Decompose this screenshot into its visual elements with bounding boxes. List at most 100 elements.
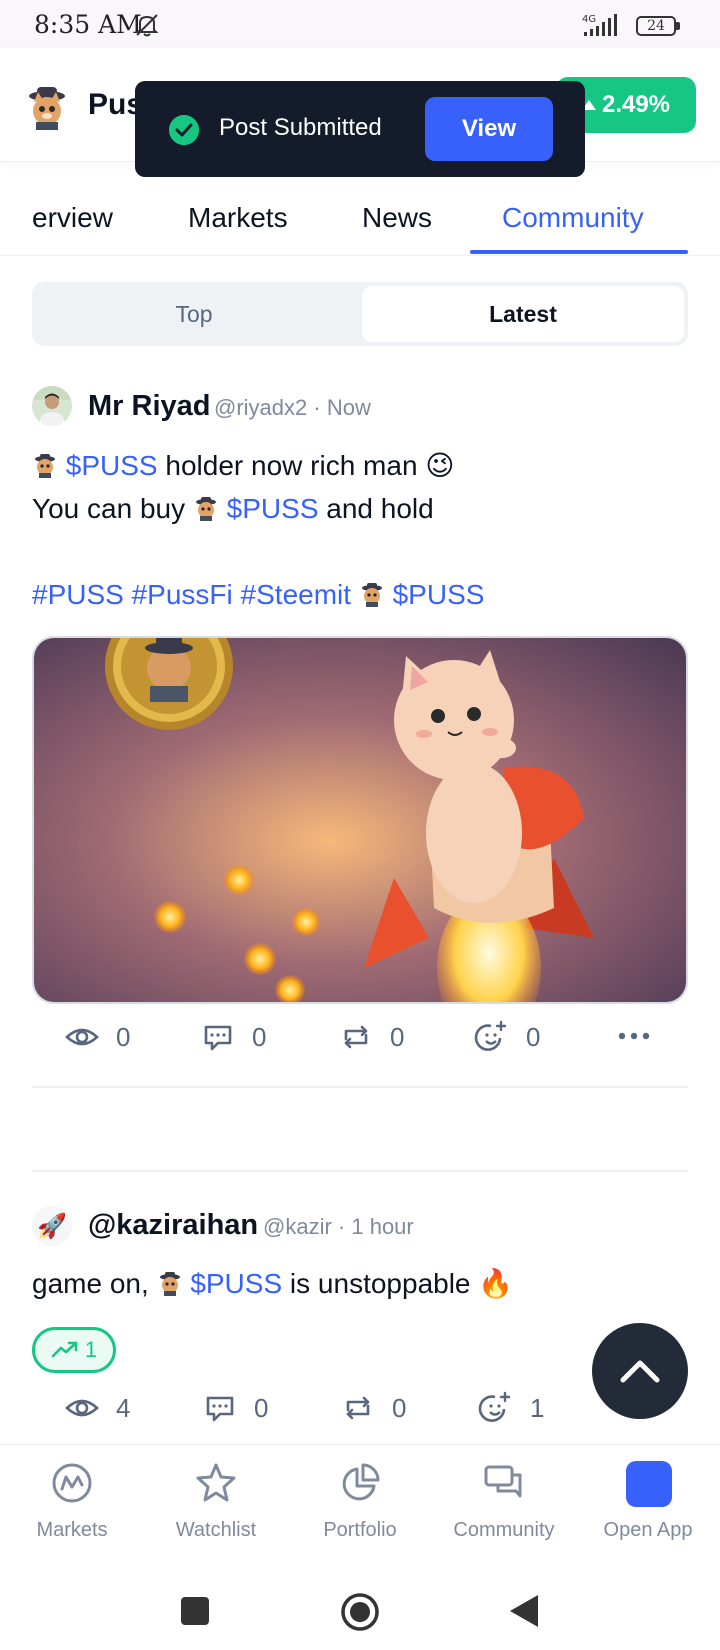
battery-icon: 24 (636, 16, 680, 36)
sort-top-button[interactable]: Top (36, 286, 352, 342)
post-image[interactable] (32, 636, 688, 1004)
active-tab-indicator (470, 250, 688, 254)
tab-community[interactable]: Community (502, 202, 644, 234)
hashtag-link[interactable]: #PussFi (132, 579, 233, 610)
post-line-1: $PUSS holder now rich man 😉 (32, 444, 484, 487)
views-count: 4 (116, 1392, 131, 1423)
ticker-link[interactable]: $PUSS (227, 493, 319, 524)
nav-open-app[interactable]: Open App (576, 1445, 720, 1571)
post-author[interactable]: @kaziraihan (88, 1209, 258, 1242)
rocket-cat-illustration (34, 638, 686, 1002)
home-icon[interactable] (340, 1592, 380, 1632)
post-line-2: You can buy $PUSS and hold (32, 487, 484, 530)
nav-label: Open App (603, 1519, 693, 1541)
sort-latest-button[interactable]: Latest (362, 286, 684, 342)
battery-level: 24 (636, 16, 676, 36)
post-stats: 4 0 0 1 (32, 1383, 688, 1433)
eye-icon (65, 1028, 99, 1046)
repost-icon (346, 1396, 370, 1420)
post-time: · Now (313, 395, 371, 420)
reposts-count: 0 (390, 1021, 405, 1052)
ticker-link[interactable]: $PUSS (393, 579, 485, 610)
reactions-stat[interactable]: 0 (474, 1012, 540, 1062)
bell-muted-icon (135, 14, 159, 37)
trending-badge[interactable]: 1 (32, 1327, 116, 1373)
nav-markets[interactable]: Markets (0, 1445, 144, 1571)
status-bar: 8:35 AM 4G 24 (0, 0, 720, 48)
post-meta: @kazir · 1 hour (263, 1214, 414, 1240)
repost-icon (344, 1025, 368, 1049)
ticker-link[interactable]: $PUSS (66, 450, 158, 481)
nav-label: Portfolio (323, 1519, 397, 1541)
toast-view-button[interactable]: View (425, 97, 553, 161)
recent-apps-icon[interactable] (180, 1596, 210, 1626)
pie-chart-icon (342, 1463, 380, 1501)
reposts-stat[interactable]: 0 (340, 1383, 406, 1433)
comment-icon (204, 1025, 232, 1051)
post-author[interactable]: Mr Riyad (88, 390, 210, 423)
reposts-stat[interactable]: 0 (338, 1012, 404, 1062)
nav-portfolio[interactable]: Portfolio (288, 1445, 432, 1571)
tab-overview[interactable]: erview (32, 202, 113, 234)
puss-coin-icon (35, 454, 55, 478)
post-hashtags: #PUSS #PussFi #Steemit $PUSS (32, 573, 484, 616)
post-body: $PUSS holder now rich man 😉 You can buy … (32, 444, 484, 616)
nav-label: Community (453, 1519, 555, 1541)
avatar[interactable] (32, 386, 72, 426)
bottom-nav: Markets Watchlist Portfolio Community Op… (0, 1444, 720, 1570)
toast-message: Post Submitted (219, 114, 382, 141)
sort-toggle: Top Latest (32, 282, 688, 346)
post-divider (32, 1086, 688, 1088)
markets-icon (52, 1463, 92, 1503)
coin-logo-icon (29, 87, 65, 130)
reactions-stat[interactable]: 1 (478, 1383, 544, 1433)
system-nav-bar (0, 1570, 720, 1650)
views-stat[interactable]: 4 (64, 1383, 130, 1433)
check-circle-icon (169, 115, 199, 145)
nav-watchlist[interactable]: Watchlist (144, 1445, 288, 1571)
eye-icon (65, 1399, 99, 1417)
scroll-to-top-button[interactable] (592, 1323, 688, 1419)
post-handle: @riyadx2 (214, 395, 308, 420)
post-divider (32, 1170, 688, 1172)
add-reaction-icon (474, 1020, 507, 1051)
views-stat[interactable]: 0 (64, 1012, 130, 1062)
post-text: You can buy (32, 493, 186, 524)
hashtag-link[interactable]: #PUSS (32, 579, 124, 610)
trending-up-icon (51, 1341, 78, 1358)
post-text: game on, (32, 1268, 149, 1299)
trending-count: 1 (84, 1337, 98, 1362)
nav-community[interactable]: Community (432, 1445, 576, 1571)
ticker-link[interactable]: $PUSS (190, 1268, 282, 1299)
comment-icon (206, 1396, 234, 1422)
post-handle: @kazir (263, 1214, 332, 1239)
nav-label: Watchlist (175, 1519, 257, 1541)
reactions-count: 0 (526, 1021, 541, 1052)
app-logo-icon (626, 1461, 712, 1513)
add-reaction-icon (478, 1391, 511, 1422)
more-options-icon[interactable] (614, 1024, 654, 1048)
comments-stat[interactable]: 0 (202, 1383, 268, 1433)
tab-markets[interactable]: Markets (188, 202, 288, 234)
fire-emoji: 🔥 (478, 1267, 514, 1300)
signal-icon: 4G (582, 14, 617, 36)
tab-bar: erview Markets News Community (0, 162, 720, 256)
avatar[interactable]: 🚀 (32, 1206, 72, 1246)
views-count: 0 (116, 1021, 131, 1052)
status-time: 8:35 AM (34, 10, 142, 39)
comments-count: 0 (252, 1021, 267, 1052)
reposts-count: 0 (392, 1392, 407, 1423)
back-icon[interactable] (508, 1594, 540, 1628)
tab-news[interactable]: News (362, 202, 432, 234)
comments-stat[interactable]: 0 (200, 1012, 266, 1062)
svg-text:4G: 4G (582, 14, 596, 25)
post-stats: 0 0 0 0 (32, 1012, 688, 1062)
price-change-value: 2.49% (601, 91, 671, 118)
post-time: · 1 hour (337, 1214, 414, 1239)
wink-emoji: 😉 (425, 449, 455, 482)
post-body: game on, $PUSS is unstoppable 🔥 (32, 1262, 513, 1305)
puss-coin-icon (159, 1272, 180, 1296)
post-meta: @riyadx2 · Now (214, 395, 371, 421)
hashtag-link[interactable]: #Steemit (241, 579, 352, 610)
puss-coin-icon (361, 583, 382, 607)
